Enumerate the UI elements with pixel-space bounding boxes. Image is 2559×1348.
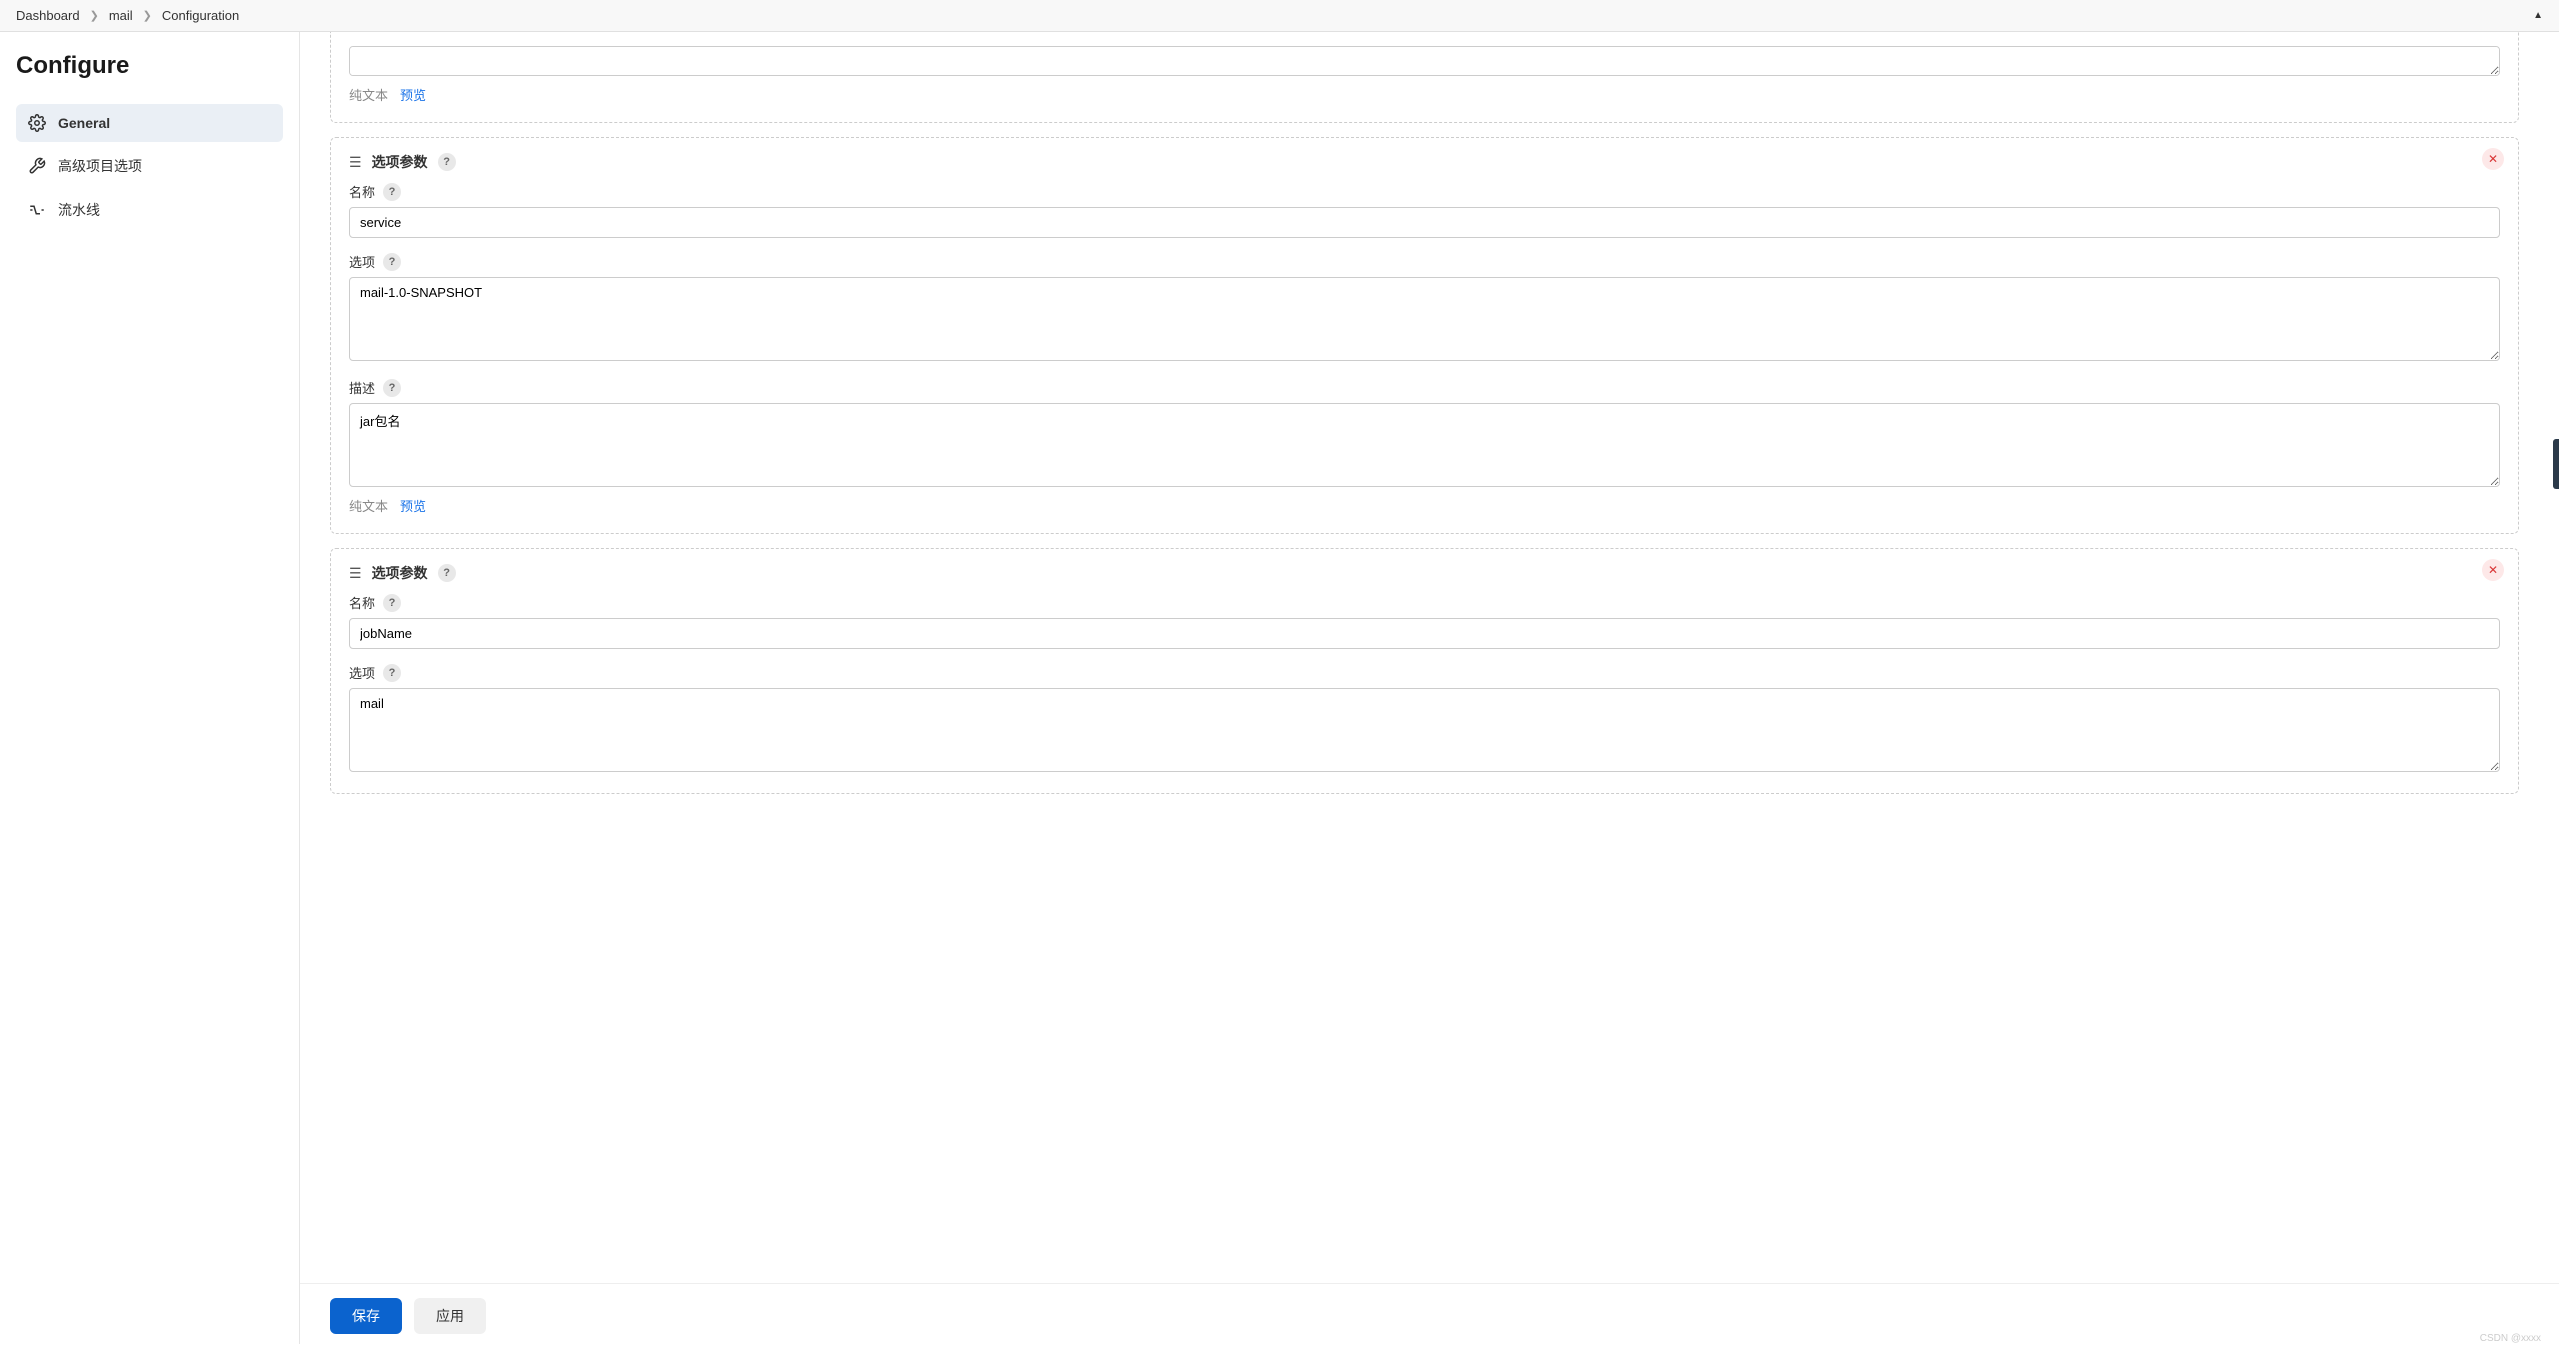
description-textarea[interactable] [349, 46, 2500, 76]
help-icon[interactable]: ? [383, 183, 401, 201]
watermark: CSDN @xxxx [2480, 1333, 2541, 1344]
apply-button[interactable]: 应用 [414, 1298, 486, 1334]
help-icon[interactable]: ? [383, 379, 401, 397]
name-input[interactable] [349, 207, 2500, 238]
delete-button[interactable]: ✕ [2482, 559, 2504, 581]
side-tab-widget[interactable] [2553, 445, 2559, 481]
page-title: Configure [16, 52, 283, 80]
block-title: 选项参数 [372, 152, 428, 172]
sidebar-item-label: General [58, 115, 110, 131]
gear-icon [28, 114, 46, 132]
chevron-right-icon: ❯ [143, 9, 152, 22]
drag-handle-icon[interactable]: ☰ [349, 154, 362, 171]
sidebar-item-advanced[interactable]: 高级项目选项 [16, 146, 283, 186]
triangle-up-icon[interactable]: ▲ [2533, 10, 2543, 21]
name-label: 名称 [349, 182, 375, 201]
plain-text-label: 纯文本 [349, 85, 388, 104]
chevron-right-icon: ❯ [90, 9, 99, 22]
sidebar-item-pipeline[interactable]: 流水线 [16, 190, 283, 230]
preview-link[interactable]: 预览 [400, 85, 426, 104]
sidebar: Configure General 高级项目选项 流水线 [0, 32, 300, 1344]
main-content: 纯文本 预览 ✕ ☰ 选项参数 ? 名称 ? 选 [300, 32, 2559, 1344]
bottom-bar: 保存 应用 [300, 1283, 2559, 1348]
name-label: 名称 [349, 593, 375, 612]
options-label: 选项 [349, 663, 375, 682]
help-icon[interactable]: ? [383, 594, 401, 612]
options-label: 选项 [349, 252, 375, 271]
help-icon[interactable]: ? [383, 253, 401, 271]
block-title: 选项参数 [372, 563, 428, 583]
delete-button[interactable]: ✕ [2482, 148, 2504, 170]
sidebar-item-label: 高级项目选项 [58, 156, 142, 176]
help-icon[interactable]: ? [438, 564, 456, 582]
wrench-icon [28, 157, 46, 175]
sidebar-item-general[interactable]: General [16, 104, 283, 142]
options-textarea[interactable] [349, 688, 2500, 772]
parameter-block-service: ✕ ☰ 选项参数 ? 名称 ? 选项 ? [330, 137, 2519, 534]
options-textarea[interactable] [349, 277, 2500, 361]
plain-text-label: 纯文本 [349, 496, 388, 515]
name-input[interactable] [349, 618, 2500, 649]
breadcrumb: Dashboard ❯ mail ❯ Configuration ▲ [0, 0, 2559, 32]
drag-handle-icon[interactable]: ☰ [349, 565, 362, 582]
breadcrumb-dashboard[interactable]: Dashboard [16, 8, 80, 23]
breadcrumb-configuration[interactable]: Configuration [162, 8, 239, 23]
description-label: 描述 [349, 378, 375, 397]
help-icon[interactable]: ? [438, 153, 456, 171]
parameter-block-jobname: ✕ ☰ 选项参数 ? 名称 ? 选项 ? [330, 548, 2519, 794]
help-icon[interactable]: ? [383, 664, 401, 682]
breadcrumb-mail[interactable]: mail [109, 8, 133, 23]
sidebar-item-label: 流水线 [58, 200, 100, 220]
description-textarea[interactable] [349, 403, 2500, 487]
parameter-block-partial: 纯文本 预览 [330, 32, 2519, 123]
preview-link[interactable]: 预览 [400, 496, 426, 515]
save-button[interactable]: 保存 [330, 1298, 402, 1334]
pipeline-icon [28, 201, 46, 219]
